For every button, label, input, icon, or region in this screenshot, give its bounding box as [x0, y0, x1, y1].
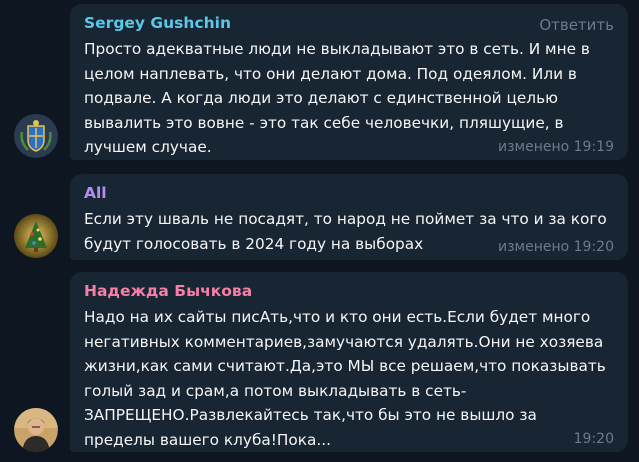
message-all: All Если эту шваль не посадят, то народ … — [0, 170, 639, 262]
edited-label: изменено — [497, 239, 570, 255]
author-name[interactable]: Sergey Gushchin — [84, 13, 614, 35]
chat-history: Sergey Gushchin Ответить Просто адекватн… — [0, 0, 639, 462]
message-text: Надо на их сайты писАть,что и кто они ес… — [84, 308, 606, 449]
message-meta: изменено 19:20 — [498, 239, 614, 255]
message-sergey: Sergey Gushchin Ответить Просто адекватн… — [0, 0, 639, 162]
author-name[interactable]: Надежда Бычкова — [84, 281, 614, 303]
message-bubble: Надежда Бычкова Надо на их сайты писАть,… — [70, 272, 628, 452]
message-time: 19:19 — [573, 139, 614, 155]
message-meta: 19:20 — [574, 431, 614, 447]
message-time: 19:20 — [573, 431, 614, 447]
avatar-coat-of-arms[interactable] — [14, 114, 58, 158]
edited-label: изменено — [497, 139, 570, 155]
message-time: 19:20 — [573, 239, 614, 255]
avatar-christmas-tree[interactable] — [14, 214, 58, 258]
message-bubble: All Если эту шваль не посадят, то народ … — [70, 174, 628, 260]
message-meta: изменено 19:19 — [498, 139, 614, 155]
reply-button[interactable]: Ответить — [539, 16, 614, 34]
author-name[interactable]: All — [84, 183, 614, 205]
avatar-user-photo[interactable] — [14, 408, 58, 452]
message-nadezhda: Надежда Бычкова Надо на их сайты писАть,… — [0, 268, 639, 462]
message-bubble: Sergey Gushchin Ответить Просто адекватн… — [70, 4, 628, 160]
